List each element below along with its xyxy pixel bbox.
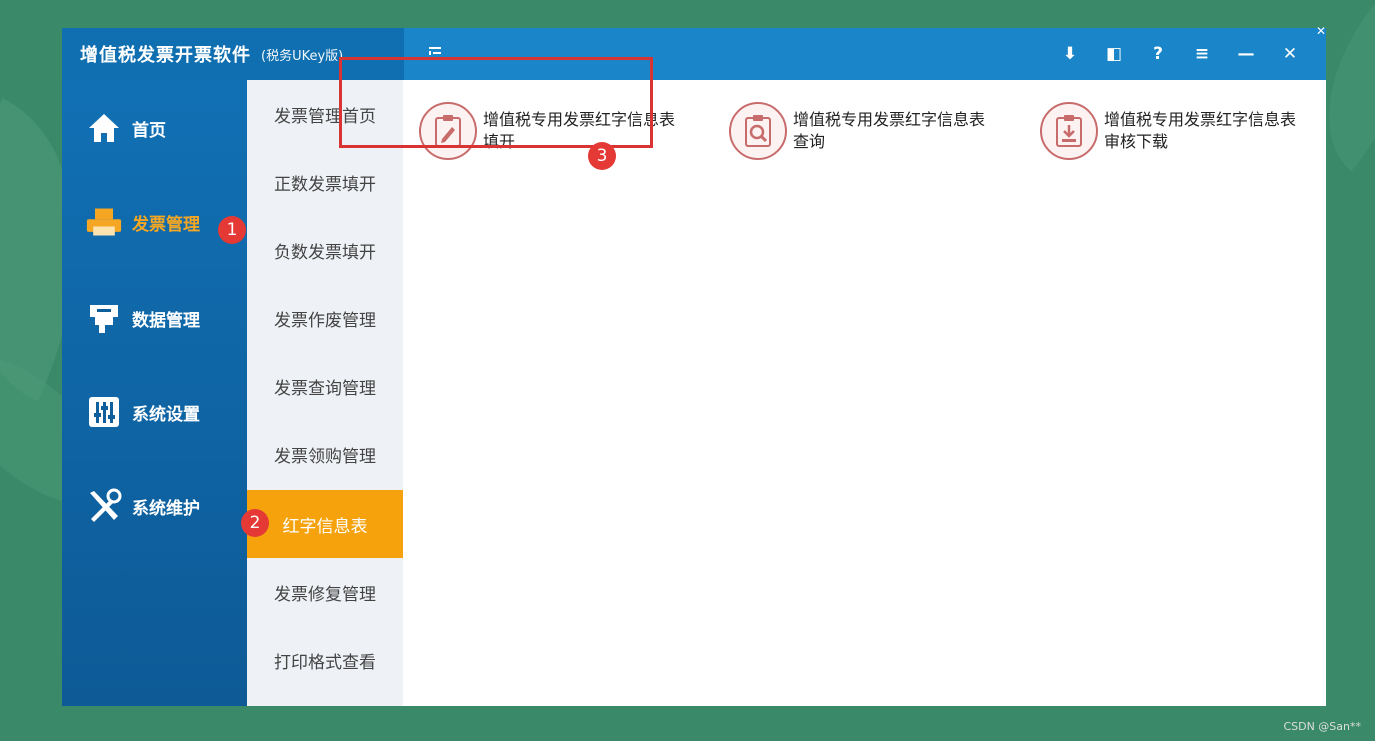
nav-label: 数据管理 [132,310,200,331]
step-badge-1: 1 [218,216,246,244]
nav-label: 系统维护 [132,498,200,519]
tile-label-line2: 查询 [793,132,826,151]
sub-item-purchase-management[interactable]: 发票领购管理 [247,420,403,488]
sub-item-print-format[interactable]: 打印格式查看 [247,626,403,694]
download-icon[interactable]: ⬇ [1048,34,1092,74]
highlight-box [339,57,653,148]
database-icon [86,300,122,336]
step-badge-2: 2 [241,509,269,537]
printer-icon [86,204,122,240]
sub-item-void-management[interactable]: 发票作废管理 [247,284,403,352]
corner-close-icon[interactable]: ✕ [1316,24,1330,38]
nav-label: 系统设置 [132,404,200,425]
tile-label-line2: 审核下载 [1104,132,1169,151]
restore-icon[interactable]: ◧ [1092,34,1136,74]
nav-item-system-settings[interactable]: 系统设置 [62,382,247,442]
app-window: 增值税发票开票软件 (税务UKey版) ⬇ ◧? ≡ — ✕ 首页 发票管理 数据管理 [62,28,1326,706]
app-subtitle: (税务UKey版) [261,48,344,64]
tile-red-info-review-download[interactable]: 增值税专用发票红字信息表 审核下载 [1040,96,1326,166]
tile-red-info-query[interactable]: 增值税专用发票红字信息表 查询 [729,96,1029,166]
nav-item-home[interactable]: 首页 [62,98,247,158]
titlebar-controls: ⬇ ◧? ≡ — ✕ [1048,28,1312,80]
title-bar: 增值税发票开票软件 (税务UKey版) ⬇ ◧? ≡ — ✕ [62,28,1326,80]
sub-item-query-management[interactable]: 发票查询管理 [247,352,403,420]
nav-item-system-maintenance[interactable]: 系统维护 [62,476,247,536]
close-icon[interactable]: ✕ [1268,34,1312,74]
sub-item-positive-invoice[interactable]: 正数发票填开 [247,148,403,216]
main-content: 增值税专用发票红字信息表 填开 增值税专用发票红字信息表 查询 增值税专用发票红… [403,80,1326,706]
sub-item-repair-management[interactable]: 发票修复管理 [247,558,403,626]
sub-sidebar: 发票管理首页 正数发票填开 负数发票填开 发票作废管理 发票查询管理 发票领购管… [247,80,403,706]
sub-item-negative-invoice[interactable]: 负数发票填开 [247,216,403,284]
sub-item-red-info-form[interactable]: 红字信息表 [247,490,403,558]
watermark: CSDN @San** [1283,720,1361,733]
nav-label: 首页 [132,120,166,141]
tile-label-line1: 增值税专用发票红字信息表 [793,110,986,129]
tools-icon [86,488,122,524]
main-sidebar: 首页 发票管理 数据管理 系统设置 系统维护 [62,80,247,706]
help-icon[interactable]: ? [1136,34,1180,74]
download-document-icon [1040,102,1098,160]
nav-item-data-management[interactable]: 数据管理 [62,288,247,348]
step-badge-3: 3 [588,142,616,170]
tile-label-line1: 增值税专用发票红字信息表 [1104,110,1297,129]
nav-label: 发票管理 [132,214,200,235]
menu-icon[interactable]: ≡ [1180,34,1224,74]
home-icon [86,110,122,146]
sliders-icon [86,394,122,430]
search-document-icon [729,102,787,160]
app-title: 增值税发票开票软件 [80,45,251,66]
minimize-icon[interactable]: — [1224,34,1268,74]
